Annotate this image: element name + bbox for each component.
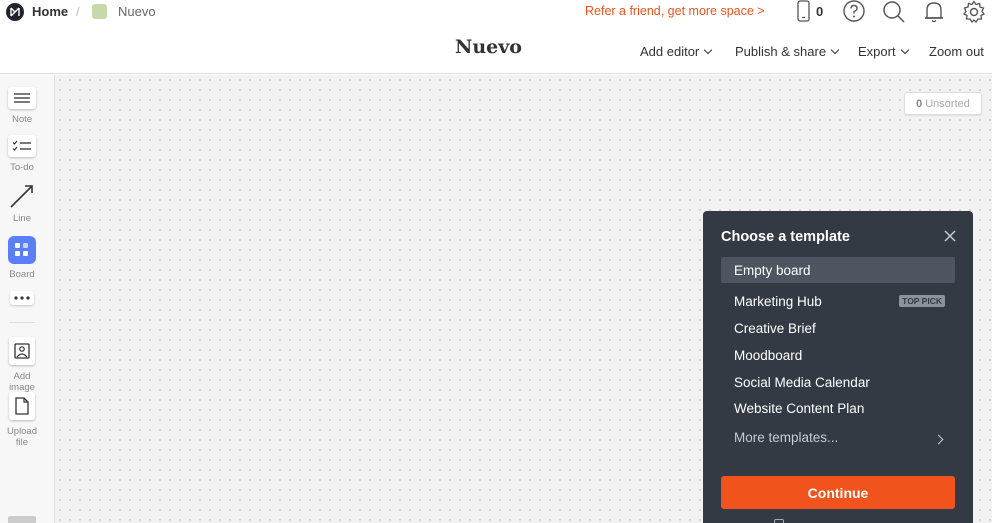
tool-sidebar: Note To-do Line Board Add image Upload f… [0,75,55,523]
top-header: Home / Nuevo Refer a friend, get more sp… [0,0,992,74]
notification-bell-icon[interactable] [922,0,946,24]
breadcrumb-separator: / [76,4,80,19]
line-arrow-icon [0,182,44,210]
note-tool-label: Note [11,114,33,125]
chevron-right-icon[interactable] [933,434,944,445]
template-item-moodboard[interactable]: Moodboard [721,342,955,368]
search-icon[interactable] [882,0,906,24]
sidebar-divider [9,322,35,323]
zoom-out-label: Zoom out [929,44,984,59]
unsorted-label: Unsorted [925,97,970,110]
todo-tool[interactable]: To-do [0,135,44,173]
unsorted-count: 0 [916,97,923,110]
settings-gear-icon[interactable] [962,0,986,24]
milanote-logo-icon[interactable] [6,3,24,21]
todo-tool-label: To-do [10,162,34,173]
add-editor-menu[interactable]: Add editor [640,44,713,59]
trash-icon[interactable] [8,516,36,523]
template-item-marketing-hub[interactable]: Marketing Hub TOP PICK [721,288,955,314]
board-tool[interactable]: Board [0,236,44,280]
add-editor-label: Add editor [640,44,700,59]
template-item-creative-brief[interactable]: Creative Brief [721,315,955,341]
template-item-social-media-calendar[interactable]: Social Media Calendar [721,369,955,395]
board-color-icon [92,4,107,19]
template-item-empty-board[interactable]: Empty board [721,257,955,283]
refer-friend-link[interactable]: Refer a friend, get more space > [585,4,765,18]
template-item-label: Website Content Plan [734,400,865,416]
export-label: Export [858,44,896,59]
template-item-label: Social Media Calendar [734,374,870,390]
chevron-down-icon [830,45,840,54]
zoom-out-button[interactable]: Zoom out [929,44,984,59]
template-panel-title: Choose a template [721,229,850,245]
breadcrumb-home[interactable]: Home [32,4,68,19]
template-item-website-content-plan[interactable]: Website Content Plan [721,395,955,421]
chevron-down-icon [900,45,909,54]
phone-icon[interactable] [796,0,812,27]
publish-share-menu[interactable]: Publish & share [735,44,840,59]
dont-show-again-checkbox[interactable] [774,519,784,523]
app-device-count: 0 [816,4,824,19]
close-icon[interactable] [943,229,957,243]
line-tool-label: Line [13,213,31,224]
todo-icon [8,135,36,157]
continue-button[interactable]: Continue [721,476,955,509]
template-item-label: Creative Brief [734,320,816,336]
line-tool[interactable]: Line [0,182,44,224]
template-item-label: Moodboard [734,347,803,363]
help-icon[interactable] [842,0,866,24]
export-menu[interactable]: Export [858,44,909,59]
template-item-label: Empty board [734,262,811,278]
image-icon [9,337,35,365]
upload-file-tool[interactable]: Upload file [0,392,44,448]
breadcrumb-board[interactable]: Nuevo [118,4,156,19]
note-icon [8,87,36,109]
template-item-label: Marketing Hub [734,293,822,309]
chevron-down-icon [704,45,713,54]
file-icon [9,392,35,420]
template-chooser-panel: Choose a template Empty board Marketing … [703,211,973,523]
board-tool-label: Board [9,269,35,280]
board-icon [8,236,36,264]
more-tools-button[interactable] [0,291,44,305]
note-tool[interactable]: Note [0,87,44,125]
unsorted-button[interactable]: 0 Unsorted [904,92,982,115]
add-image-label: Add image [9,371,35,393]
more-dots-icon [10,291,34,305]
add-image-tool[interactable]: Add image [0,337,44,393]
more-templates-link[interactable]: More templates... [734,430,838,445]
top-pick-badge: TOP PICK [899,295,945,307]
upload-file-label: Upload file [6,426,38,448]
publish-share-label: Publish & share [735,44,827,59]
